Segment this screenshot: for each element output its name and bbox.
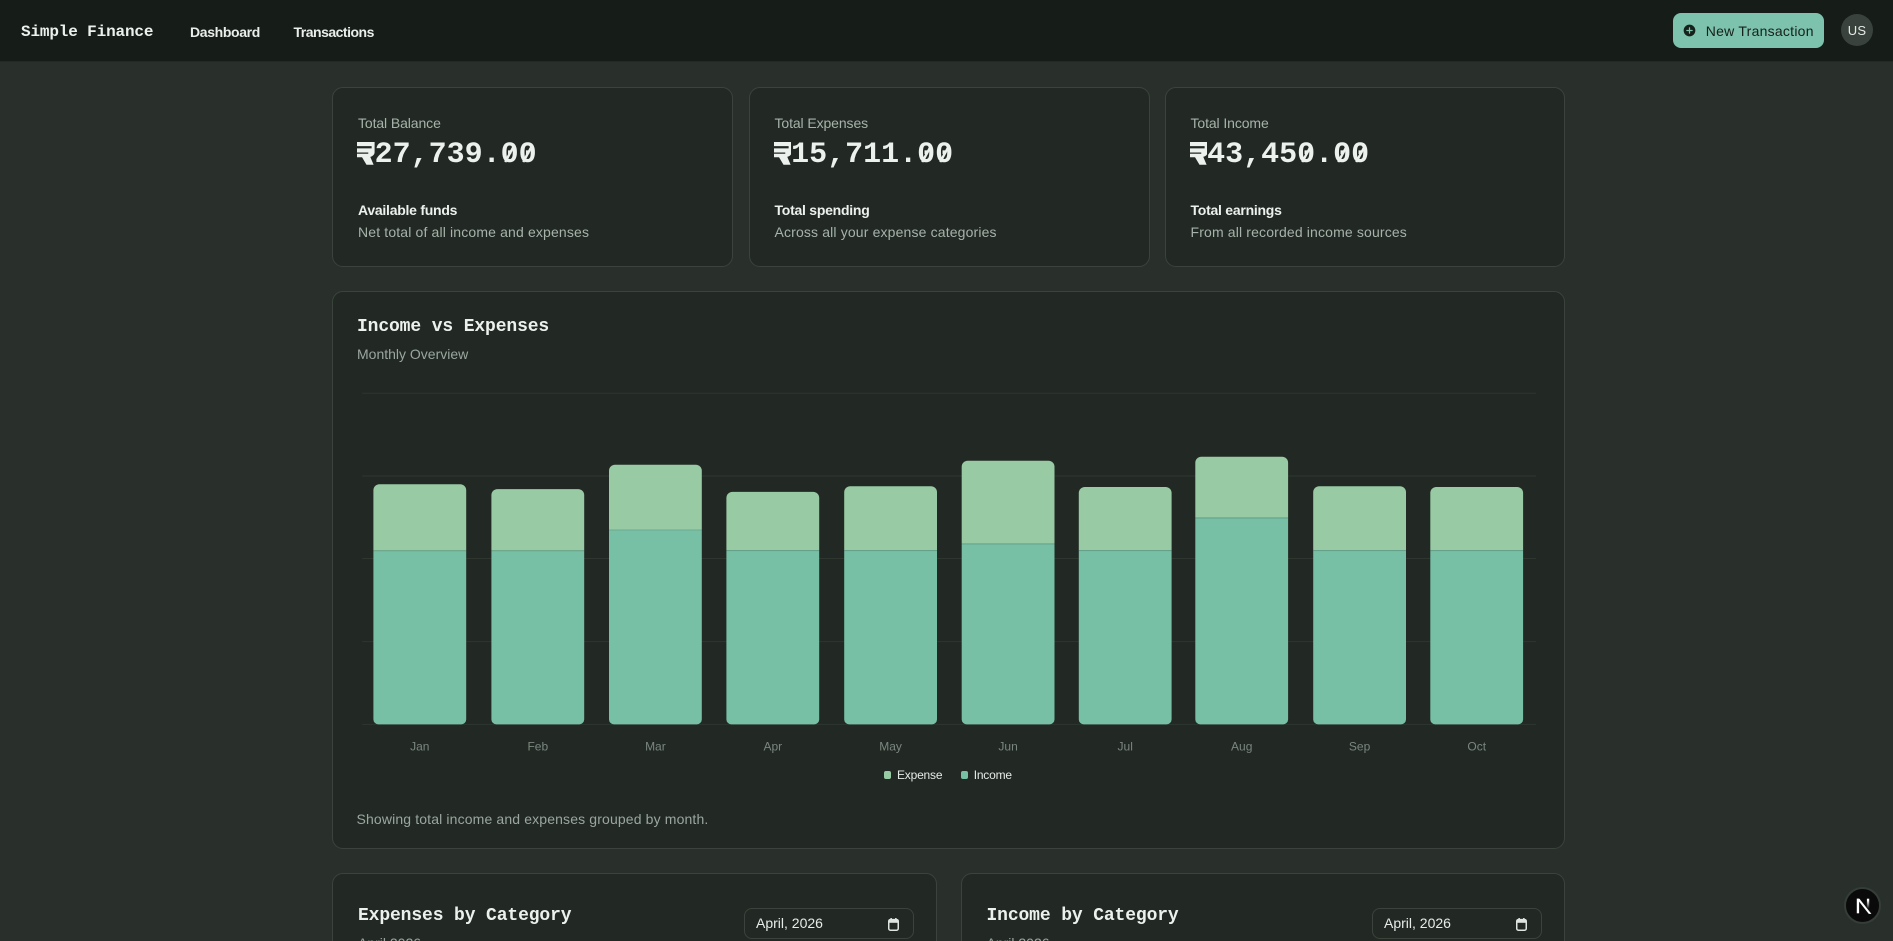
svg-text:Jul: Jul xyxy=(1118,739,1133,753)
svg-text:Oct: Oct xyxy=(1467,739,1486,753)
svg-text:Apr: Apr xyxy=(763,739,782,753)
svg-text:May: May xyxy=(879,739,902,753)
svg-text:Jun: Jun xyxy=(998,739,1017,753)
svg-text:Sep: Sep xyxy=(1349,739,1371,753)
svg-text:Mar: Mar xyxy=(645,739,666,753)
svg-text:Feb: Feb xyxy=(527,739,548,753)
svg-text:Jan: Jan xyxy=(410,739,429,753)
svg-text:Aug: Aug xyxy=(1231,739,1252,753)
